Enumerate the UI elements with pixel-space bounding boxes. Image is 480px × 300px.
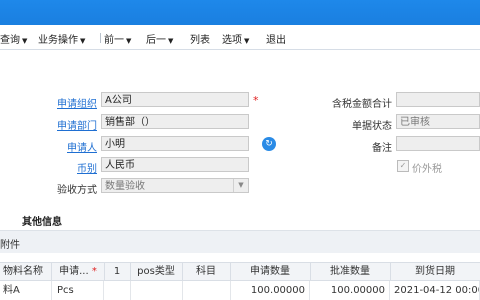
tax-total-label: 含税金额合计 [332,99,392,110]
col-arrival-date[interactable]: 到货日期 [390,263,480,280]
col-pos-type[interactable]: pos类型 [130,263,183,280]
required-marker: * [253,94,259,107]
method-select-value: 数量验收 [105,181,145,192]
required-marker: * [88,266,97,277]
toolbar-divider [100,33,101,43]
cell-account[interactable] [182,281,231,300]
extra-tax-checkbox[interactable]: ✓ [397,160,409,172]
user-lookup-icon[interactable]: ↻ [262,137,276,151]
menu-next[interactable]: 后一 ▼ [146,31,173,46]
chevron-down-icon: ▼ [22,37,28,45]
cell-apply-unit[interactable]: Pcs [52,281,104,300]
menu-previous[interactable]: 前一 ▼ [104,31,131,46]
chevron-down-icon: ▼ [126,37,132,45]
cell-arrival-date[interactable]: 2021-04-12 00:00 [390,281,480,300]
cell-approved-qty[interactable]: 100.00000 [310,281,390,300]
menu-options-label: 选项 [222,35,242,46]
table-row[interactable]: 料A Pcs 100.00000 100.00000 2021-04-12 00… [0,281,480,300]
applicant-field[interactable]: 小明 [101,136,249,151]
currency-field[interactable]: 人民币 [101,157,249,172]
chevron-down-icon[interactable]: ▼ [233,179,248,192]
col-apply-unit[interactable]: 申请... * [52,263,105,280]
col-apply-unit-label: 申请... [59,266,89,277]
menu-query-label: 查询 [0,35,20,46]
menu-next-label: 后一 [146,35,166,46]
method-select[interactable]: 数量验收 ▼ [101,178,249,193]
toolbar: 查询 ▼ 业务操作 ▼ 前一 ▼ 后一 ▼ 列表 选项 ▼ 退出 [0,25,480,50]
menu-previous-label: 前一 [104,35,124,46]
applicant-label-link[interactable]: 申请人 [50,139,97,154]
col-material-name[interactable]: 物料名称 [0,263,52,280]
menu-options[interactable]: 选项 ▼ [222,31,249,46]
col-account[interactable]: 科目 [182,263,231,280]
extra-tax-label: 价外税 [412,164,442,175]
attachments-bar [0,230,480,253]
menu-exit-label: 退出 [266,35,286,46]
remark-field[interactable] [396,136,480,151]
menu-exit[interactable]: 退出 [266,31,286,46]
tax-total-field [396,92,480,107]
menu-list[interactable]: 列表 [190,31,210,46]
currency-label-link[interactable]: 币别 [50,160,97,175]
section-other-info[interactable]: 其他信息 [22,213,62,228]
method-label: 验收方式 [57,185,97,196]
menu-business-ops-label: 业务操作 [38,35,78,46]
col-index[interactable]: 1 [104,263,131,280]
col-apply-qty[interactable]: 申请数量 [230,263,311,280]
chevron-down-icon: ▼ [80,37,86,45]
cell-index[interactable] [104,281,131,300]
col-approved-qty[interactable]: 批准数量 [310,263,391,280]
org-field[interactable]: A公司 [101,92,249,107]
menu-business-ops[interactable]: 业务操作 ▼ [38,31,85,46]
chevron-down-icon: ▼ [168,37,174,45]
menu-query[interactable]: 查询 ▼ [0,31,27,46]
cell-pos-type[interactable] [130,281,183,300]
attachments-tab[interactable]: 附件 [0,236,20,251]
dept-label-link[interactable]: 申请部门 [50,117,97,132]
cell-material-name[interactable]: 料A [0,281,52,300]
org-label-link[interactable]: 申请组织 [50,95,97,110]
remark-label: 备注 [372,143,392,154]
dept-field[interactable]: 销售部（） [101,114,249,129]
chevron-down-icon: ▼ [244,37,250,45]
status-field: 已审核 [396,114,480,129]
app-title-bar [0,0,480,25]
grid-header: 物料名称 申请... * 1 pos类型 科目 申请数量 批准数量 到货日期 [0,262,480,281]
cell-apply-qty[interactable]: 100.00000 [230,281,310,300]
menu-list-label: 列表 [190,35,210,46]
status-label: 单据状态 [352,121,392,132]
